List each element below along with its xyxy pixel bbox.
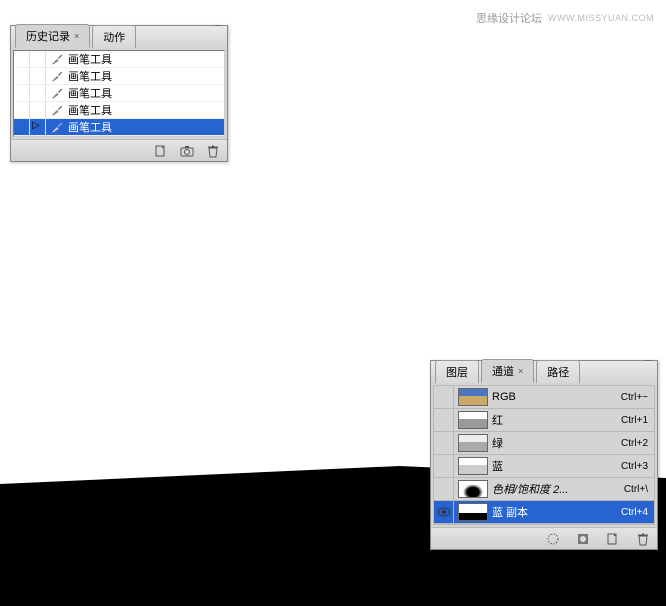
channel-row-blue-copy[interactable]: 蓝 副本 Ctrl+4 — [434, 501, 654, 524]
tab-label: 图层 — [446, 364, 468, 380]
visibility-toggle[interactable] — [434, 478, 454, 500]
channels-panel-footer — [431, 527, 657, 549]
tab-close-icon[interactable]: × — [518, 366, 523, 376]
visibility-cell[interactable] — [14, 119, 30, 135]
channel-thumbnail — [458, 480, 488, 498]
channel-name: 蓝 副本 — [492, 504, 621, 520]
channel-shortcut: Ctrl+3 — [621, 461, 654, 472]
save-selection-icon[interactable] — [575, 531, 591, 547]
history-panel: — ⊠ 历史记录 × 动作 画笔工具 画笔工具 — [10, 25, 228, 162]
visibility-cell[interactable] — [14, 51, 30, 67]
channel-name: RGB — [492, 391, 621, 403]
channel-thumbnail — [458, 388, 488, 406]
history-item[interactable]: 画笔工具 — [14, 102, 224, 119]
history-item[interactable]: 画笔工具 — [14, 119, 224, 136]
channel-row-rgb[interactable]: RGB Ctrl+~ — [434, 386, 654, 409]
tab-channels[interactable]: 通道 × — [481, 359, 534, 383]
channel-thumbnail — [458, 503, 488, 521]
new-channel-icon[interactable] — [605, 531, 621, 547]
visibility-cell[interactable] — [14, 85, 30, 101]
trash-icon[interactable] — [205, 143, 221, 159]
tab-actions[interactable]: 动作 — [92, 25, 136, 48]
tab-label: 通道 — [492, 363, 514, 379]
channels-list[interactable]: RGB Ctrl+~ 红 Ctrl+1 绿 Ctrl+2 蓝 Ctrl+3 — [433, 385, 655, 525]
brush-icon — [46, 86, 68, 100]
channel-thumbnail — [458, 457, 488, 475]
channel-shortcut: Ctrl+4 — [621, 507, 654, 518]
channel-thumbnail — [458, 434, 488, 452]
tab-label: 历史记录 — [26, 28, 70, 44]
tab-history[interactable]: 历史记录 × — [15, 24, 90, 48]
history-item-label: 画笔工具 — [68, 119, 112, 135]
channel-row-hue-sat[interactable]: 色相/饱和度 2... Ctrl+\ — [434, 478, 654, 501]
history-item-label: 画笔工具 — [68, 68, 112, 84]
channel-shortcut: Ctrl+~ — [621, 392, 654, 403]
tab-paths[interactable]: 路径 — [536, 360, 580, 383]
snapshot-icon[interactable] — [179, 143, 195, 159]
history-panel-tabs: 历史记录 × 动作 — [11, 26, 227, 48]
tab-close-icon[interactable]: × — [74, 31, 79, 41]
visibility-cell[interactable] — [14, 68, 30, 84]
history-item-label: 画笔工具 — [68, 102, 112, 118]
watermark: 思缘设计论坛 WWW.MISSYUAN.COM — [476, 10, 654, 26]
channel-name: 色相/饱和度 2... — [492, 481, 624, 497]
history-item-label: 画笔工具 — [68, 51, 112, 67]
history-list[interactable]: 画笔工具 画笔工具 画笔工具 画笔工具 — [13, 50, 225, 137]
visibility-cell[interactable] — [14, 102, 30, 118]
new-document-icon[interactable] — [153, 143, 169, 159]
tab-label: 动作 — [103, 29, 125, 45]
history-item-label: 画笔工具 — [68, 85, 112, 101]
visibility-toggle[interactable] — [434, 386, 454, 408]
channel-name: 红 — [492, 412, 621, 428]
channel-shortcut: Ctrl+\ — [624, 484, 654, 495]
visibility-toggle[interactable] — [434, 409, 454, 431]
marker-cell[interactable] — [30, 119, 46, 135]
channel-row-green[interactable]: 绿 Ctrl+2 — [434, 432, 654, 455]
history-item[interactable]: 画笔工具 — [14, 85, 224, 102]
visibility-toggle[interactable] — [434, 455, 454, 477]
tab-label: 路径 — [547, 364, 569, 380]
marker-cell[interactable] — [30, 85, 46, 101]
visibility-toggle[interactable] — [434, 501, 454, 523]
history-panel-body: 画笔工具 画笔工具 画笔工具 画笔工具 — [11, 48, 227, 139]
watermark-site: 思缘设计论坛 — [476, 10, 542, 26]
history-item[interactable]: 画笔工具 — [14, 51, 224, 68]
watermark-url: WWW.MISSYUAN.COM — [548, 13, 654, 23]
trash-icon[interactable] — [635, 531, 651, 547]
channels-panel-body: RGB Ctrl+~ 红 Ctrl+1 绿 Ctrl+2 蓝 Ctrl+3 — [431, 383, 657, 527]
channels-panel-tabs: 图层 通道 × 路径 — [431, 361, 657, 383]
channel-shortcut: Ctrl+2 — [621, 438, 654, 449]
visibility-toggle[interactable] — [434, 432, 454, 454]
channel-name: 蓝 — [492, 458, 621, 474]
channel-shortcut: Ctrl+1 — [621, 415, 654, 426]
load-selection-icon[interactable] — [545, 531, 561, 547]
history-item[interactable]: 画笔工具 — [14, 68, 224, 85]
brush-icon — [46, 52, 68, 66]
tab-layers[interactable]: 图层 — [435, 360, 479, 383]
channels-panel: — ⊠ 图层 通道 × 路径 RGB Ctrl+~ 红 Ctrl+1 — [430, 360, 658, 550]
brush-icon — [46, 103, 68, 117]
channel-name: 绿 — [492, 435, 621, 451]
marker-cell[interactable] — [30, 51, 46, 67]
history-panel-footer — [11, 139, 227, 161]
channel-row-blue[interactable]: 蓝 Ctrl+3 — [434, 455, 654, 478]
brush-icon — [46, 120, 68, 134]
channel-row-red[interactable]: 红 Ctrl+1 — [434, 409, 654, 432]
channel-thumbnail — [458, 411, 488, 429]
brush-icon — [46, 69, 68, 83]
marker-cell[interactable] — [30, 68, 46, 84]
marker-cell[interactable] — [30, 102, 46, 118]
